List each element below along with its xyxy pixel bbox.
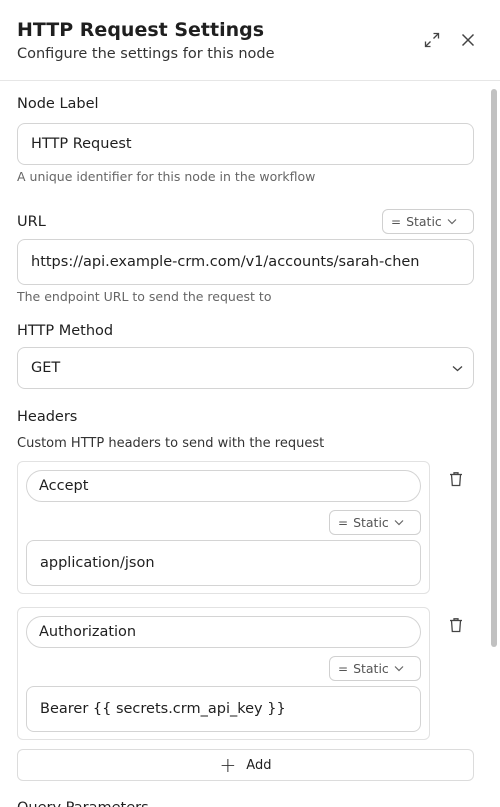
chevron-down-icon bbox=[452, 365, 463, 371]
url-mode-select[interactable]: = Static bbox=[382, 209, 474, 234]
header-mode-label: Static bbox=[353, 515, 389, 530]
add-header-button[interactable]: + Add bbox=[17, 749, 474, 781]
panel-subtitle: Configure the settings for this node bbox=[17, 46, 275, 62]
header-mode-label: Static bbox=[353, 661, 389, 676]
panel-header: HTTP Request Settings Configure the sett… bbox=[0, 0, 500, 81]
http-method-select[interactable]: GET bbox=[17, 347, 474, 389]
expand-button[interactable] bbox=[421, 29, 443, 51]
http-method-value: GET bbox=[31, 360, 61, 376]
chevron-down-icon bbox=[447, 219, 457, 225]
header-value-input[interactable]: application/json bbox=[26, 540, 421, 586]
expand-icon bbox=[424, 32, 440, 48]
http-method-label: HTTP Method bbox=[17, 323, 114, 339]
panel-title: HTTP Request Settings bbox=[17, 19, 265, 41]
equals-icon: = bbox=[338, 515, 349, 530]
panel-body[interactable]: Node Label HTTP Request A unique identif… bbox=[0, 81, 500, 807]
header-value-input[interactable]: Bearer {{ secrets.crm_api_key }} bbox=[26, 686, 421, 732]
close-button[interactable] bbox=[457, 29, 479, 51]
plus-icon: + bbox=[219, 753, 237, 777]
trash-icon[interactable] bbox=[447, 616, 465, 634]
trash-icon[interactable] bbox=[447, 470, 465, 488]
equals-icon: = bbox=[338, 661, 349, 676]
url-mode-label: Static bbox=[406, 214, 442, 229]
headers-description: Custom HTTP headers to send with the req… bbox=[17, 436, 325, 451]
header-mode-select[interactable]: = Static bbox=[329, 656, 421, 681]
url-input[interactable]: https://api.example-crm.com/v1/accounts/… bbox=[17, 239, 474, 285]
node-settings-panel: HTTP Request Settings Configure the sett… bbox=[0, 0, 500, 807]
header-mode-select[interactable]: = Static bbox=[329, 510, 421, 535]
add-header-label: Add bbox=[246, 757, 272, 773]
chevron-down-icon bbox=[394, 666, 404, 672]
chevron-down-icon bbox=[394, 520, 404, 526]
url-hint: The endpoint URL to send the request to bbox=[17, 289, 272, 304]
equals-icon: = bbox=[391, 214, 402, 229]
query-parameters-label: Query Parameters bbox=[17, 799, 149, 807]
header-key-input[interactable]: Authorization bbox=[26, 616, 421, 648]
close-icon bbox=[461, 33, 475, 47]
scrollbar-thumb[interactable] bbox=[491, 89, 497, 647]
node-label-input[interactable]: HTTP Request bbox=[17, 123, 474, 165]
headers-label: Headers bbox=[17, 409, 78, 425]
header-key-input[interactable]: Accept bbox=[26, 470, 421, 502]
node-label-hint: A unique identifier for this node in the… bbox=[17, 169, 316, 184]
url-label: URL bbox=[17, 214, 46, 230]
node-label-label: Node Label bbox=[17, 96, 99, 112]
